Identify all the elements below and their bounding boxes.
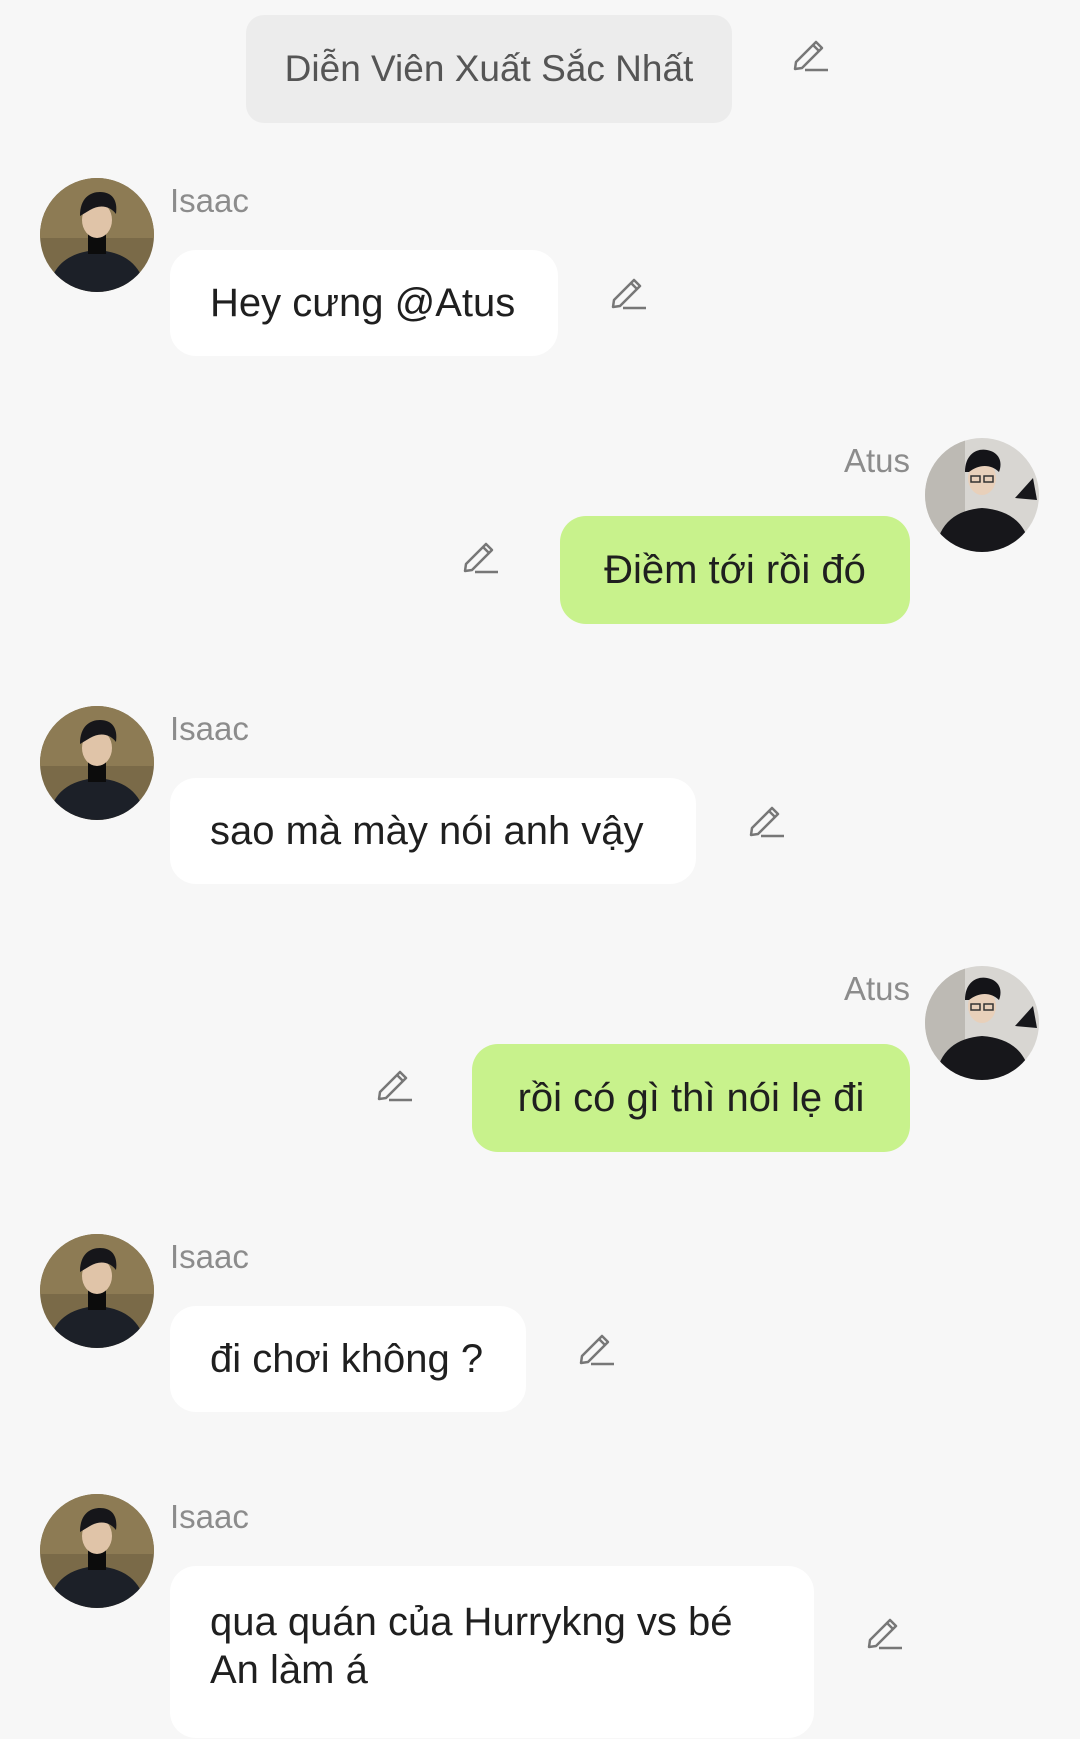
message-bubble[interactable]: Hey cưng @Atus [170, 250, 558, 356]
sender-name: Isaac [170, 182, 249, 219]
topic-title: Diễn Viên Xuất Sắc Nhất [284, 48, 694, 89]
message-bubble[interactable]: sao mà mày nói anh vậy [170, 778, 696, 884]
message-edit-pencil-icon[interactable] [608, 270, 648, 310]
topic-pill: Diễn Viên Xuất Sắc Nhất [246, 15, 732, 123]
message-text: Điềm tới rồi đó [604, 548, 866, 592]
message-bubble[interactable]: qua quán của Hurrykng vs bé An làm á [170, 1566, 814, 1738]
sender-name: Isaac [170, 1498, 249, 1535]
sender-name: Atus [843, 970, 910, 1007]
message-edit-pencil-icon[interactable] [374, 1062, 414, 1102]
sender-name: Isaac [170, 1238, 249, 1275]
message-text: rồi có gì thì nói lẹ đi [517, 1076, 865, 1120]
message-text: qua quán của Hurrykng vs bé An làm á [210, 1600, 733, 1692]
message-bubble[interactable]: Điềm tới rồi đó [560, 516, 910, 624]
avatar-isaac[interactable] [40, 1234, 154, 1348]
topic-edit-pencil-icon[interactable] [790, 32, 830, 72]
avatar-isaac[interactable] [40, 706, 154, 820]
message-edit-pencil-icon[interactable] [746, 798, 786, 838]
avatar-atus[interactable] [925, 966, 1039, 1080]
sender-name: Atus [843, 442, 910, 479]
message-edit-pencil-icon[interactable] [460, 534, 500, 574]
message-bubble[interactable]: rồi có gì thì nói lẹ đi [472, 1044, 910, 1152]
avatar-isaac[interactable] [40, 1494, 154, 1608]
message-text: sao mà mày nói anh vậy [210, 809, 644, 853]
sender-name: Isaac [170, 710, 249, 747]
message-bubble[interactable]: đi chơi không ? [170, 1306, 526, 1412]
message-edit-pencil-icon[interactable] [576, 1326, 616, 1366]
avatar-isaac[interactable] [40, 178, 154, 292]
message-text: Hey cưng @Atus [210, 281, 516, 325]
message-edit-pencil-icon[interactable] [864, 1610, 904, 1650]
avatar-atus[interactable] [925, 438, 1039, 552]
message-text: đi chơi không ? [210, 1337, 484, 1381]
